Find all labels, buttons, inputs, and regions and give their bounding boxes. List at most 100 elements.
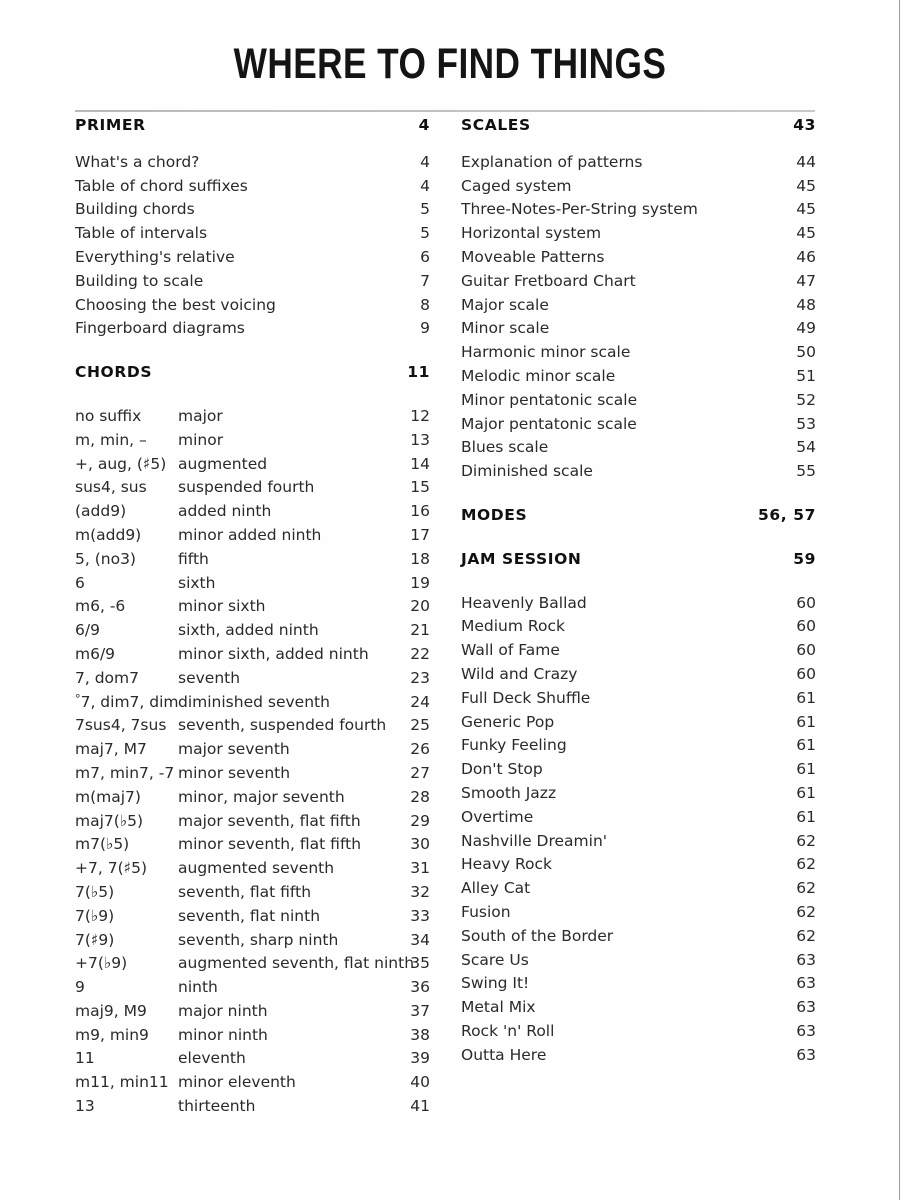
toc-entry[interactable]: Smooth Jazz 61 [461, 782, 816, 806]
toc-entry[interactable]: Guitar Fretboard Chart 47 [461, 270, 816, 294]
chord-entry[interactable]: maj7, M7 major seventh 26 [75, 738, 430, 762]
entry-page-number: 4 [420, 152, 430, 171]
chord-entry[interactable]: 11 eleventh 39 [75, 1047, 430, 1071]
toc-entry[interactable]: Minor pentatonic scale 52 [461, 389, 816, 413]
chord-entry[interactable]: 5, (no3) fifth 18 [75, 548, 430, 572]
chord-entry[interactable]: no suffix major 12 [75, 405, 430, 429]
toc-entry[interactable]: Choosing the best voicing 8 [75, 294, 430, 318]
chord-entry[interactable]: m9, min9 minor ninth 38 [75, 1024, 430, 1048]
section-page-number: 43 [793, 116, 816, 134]
toc-entry[interactable]: Alley Cat 62 [461, 877, 816, 901]
chord-entry[interactable]: +7, 7(♯5) augmented seventh 31 [75, 857, 430, 881]
chord-entry[interactable]: m7(♭5) minor seventh, flat fifth 30 [75, 833, 430, 857]
chord-entry[interactable]: m11, min11 minor eleventh 40 [75, 1071, 430, 1095]
chord-entry[interactable]: +7(♭9) augmented seventh, flat ninth 35 [75, 952, 430, 976]
toc-entry[interactable]: Fusion 62 [461, 901, 816, 925]
entry-label: Full Deck Shuffle [461, 688, 591, 707]
toc-entry[interactable]: Moveable Patterns 46 [461, 246, 816, 270]
toc-entry[interactable]: Major pentatonic scale 53 [461, 413, 816, 437]
right-column: SCALES 43 Explanation of patterns 44 Caged… [461, 114, 816, 1067]
chord-description: seventh, sharp ninth [178, 930, 339, 949]
toc-entry[interactable]: Minor scale 49 [461, 317, 816, 341]
entry-page-number: 4 [420, 176, 430, 195]
entry-page-number: 45 [796, 224, 816, 243]
chord-entry[interactable]: 6/9 sixth, added ninth 21 [75, 619, 430, 643]
chord-entry[interactable]: 7(♯9) seventh, sharp ninth 34 [75, 929, 430, 953]
toc-entry[interactable]: Swing It! 63 [461, 972, 816, 996]
chord-entry[interactable]: maj9, M9 major ninth 37 [75, 1000, 430, 1024]
chord-suffix: m9, min9 [75, 1025, 149, 1044]
entry-page-number: 60 [796, 641, 816, 660]
entry-page-number: 63 [796, 950, 816, 969]
entry-label: Nashville Dreamin' [461, 831, 608, 850]
toc-entry[interactable]: Nashville Dreamin' 62 [461, 830, 816, 854]
toc-entry[interactable]: Don't Stop 61 [461, 758, 816, 782]
toc-entry[interactable]: Diminished scale 55 [461, 460, 816, 484]
chord-entry[interactable]: m6/9 minor sixth, added ninth 22 [75, 643, 430, 667]
toc-entry[interactable]: Overtime 61 [461, 806, 816, 830]
chord-entry[interactable]: 13 thirteenth 41 [75, 1095, 430, 1119]
chord-entry[interactable]: 6 sixth 19 [75, 572, 430, 596]
toc-entry[interactable]: South of the Border 62 [461, 925, 816, 949]
chord-entry[interactable]: 7, dom7 seventh 23 [75, 667, 430, 691]
toc-entry[interactable]: Horizontal system 45 [461, 222, 816, 246]
toc-entry[interactable]: Everything's relative 6 [75, 246, 430, 270]
entry-page-number: 31 [410, 859, 430, 878]
entry-label: Building chords [75, 200, 195, 219]
toc-entry[interactable]: Funky Feeling 61 [461, 734, 816, 758]
toc-entry[interactable]: Medium Rock 60 [461, 615, 816, 639]
toc-entry[interactable]: What's a chord? 4 [75, 151, 430, 175]
toc-entry[interactable]: Wild and Crazy 60 [461, 663, 816, 687]
section-heading-primer[interactable]: PRIMER 4 [75, 114, 430, 138]
toc-entry[interactable]: Major scale 48 [461, 294, 816, 318]
chord-entry[interactable]: maj7(♭5) major seventh, flat fifth 29 [75, 810, 430, 834]
toc-entry[interactable]: Wall of Fame 60 [461, 639, 816, 663]
toc-entry[interactable]: Caged system 45 [461, 175, 816, 199]
chord-suffix: (add9) [75, 502, 127, 521]
entry-page-number: 20 [410, 597, 430, 616]
section-heading-modes[interactable]: MODES 56, 57 [461, 504, 816, 528]
section-heading-chords[interactable]: CHORDS 11 [75, 361, 430, 385]
toc-entry[interactable]: Blues scale 54 [461, 436, 816, 460]
chord-entry[interactable]: m6, -6 minor sixth 20 [75, 595, 430, 619]
toc-entry[interactable]: Harmonic minor scale 50 [461, 341, 816, 365]
toc-entry[interactable]: Table of chord suffixes 4 [75, 175, 430, 199]
chord-entry[interactable]: sus4, sus suspended fourth 15 [75, 476, 430, 500]
toc-entry[interactable]: Melodic minor scale 51 [461, 365, 816, 389]
chord-entry-list: no suffix major 12 m, min, – minor 13 +, aug, … [75, 405, 430, 1119]
section-heading-scales[interactable]: SCALES 43 [461, 114, 816, 138]
toc-entry[interactable]: Scare Us 63 [461, 949, 816, 973]
entry-page-number: 63 [796, 974, 816, 993]
toc-entry[interactable]: Heavy Rock 62 [461, 853, 816, 877]
toc-entry[interactable]: Outta Here 63 [461, 1044, 816, 1068]
toc-entry[interactable]: Full Deck Shuffle 61 [461, 687, 816, 711]
chord-entry[interactable]: 7(♭5) seventh, flat fifth 32 [75, 881, 430, 905]
chord-suffix: sus4, sus [75, 478, 147, 497]
toc-entry[interactable]: Rock 'n' Roll 63 [461, 1020, 816, 1044]
chord-entry[interactable]: +, aug, (♯5) augmented 14 [75, 453, 430, 477]
chord-entry[interactable]: 7sus4, 7sus seventh, suspended fourth 25 [75, 714, 430, 738]
toc-entry[interactable]: Building to scale 7 [75, 270, 430, 294]
entry-page-number: 44 [796, 152, 816, 171]
chord-entry[interactable]: 7(♭9) seventh, flat ninth 33 [75, 905, 430, 929]
toc-entry[interactable]: Heavenly Ballad 60 [461, 592, 816, 616]
left-column: PRIMER 4 What's a chord? 4 Table of chord … [75, 114, 430, 1119]
primer-entry-list: What's a chord? 4 Table of chord suffixes 4… [75, 151, 430, 341]
section-heading-jam-session[interactable]: JAM SESSION 59 [461, 548, 816, 572]
toc-entry[interactable]: Fingerboard diagrams 9 [75, 317, 430, 341]
toc-entry[interactable]: Metal Mix 63 [461, 996, 816, 1020]
chord-description: major [178, 406, 223, 425]
chord-entry[interactable]: m(maj7) minor, major seventh 28 [75, 786, 430, 810]
toc-entry[interactable]: Generic Pop 61 [461, 711, 816, 735]
chord-entry[interactable]: m7, min7, -7 minor seventh 27 [75, 762, 430, 786]
toc-entry[interactable]: Building chords 5 [75, 198, 430, 222]
toc-entry[interactable]: Three-Notes-Per-String system 45 [461, 198, 816, 222]
chord-entry[interactable]: m(add9) minor added ninth 17 [75, 524, 430, 548]
toc-entry[interactable]: Explanation of patterns 44 [461, 151, 816, 175]
chord-entry[interactable]: 9 ninth 36 [75, 976, 430, 1000]
chord-entry[interactable]: m, min, – minor 13 [75, 429, 430, 453]
chord-entry[interactable]: °7, dim7, dim diminished seventh 24 [75, 691, 430, 715]
toc-entry[interactable]: Table of intervals 5 [75, 222, 430, 246]
chord-entry[interactable]: (add9) added ninth 16 [75, 500, 430, 524]
entry-label: Choosing the best voicing [75, 295, 276, 314]
